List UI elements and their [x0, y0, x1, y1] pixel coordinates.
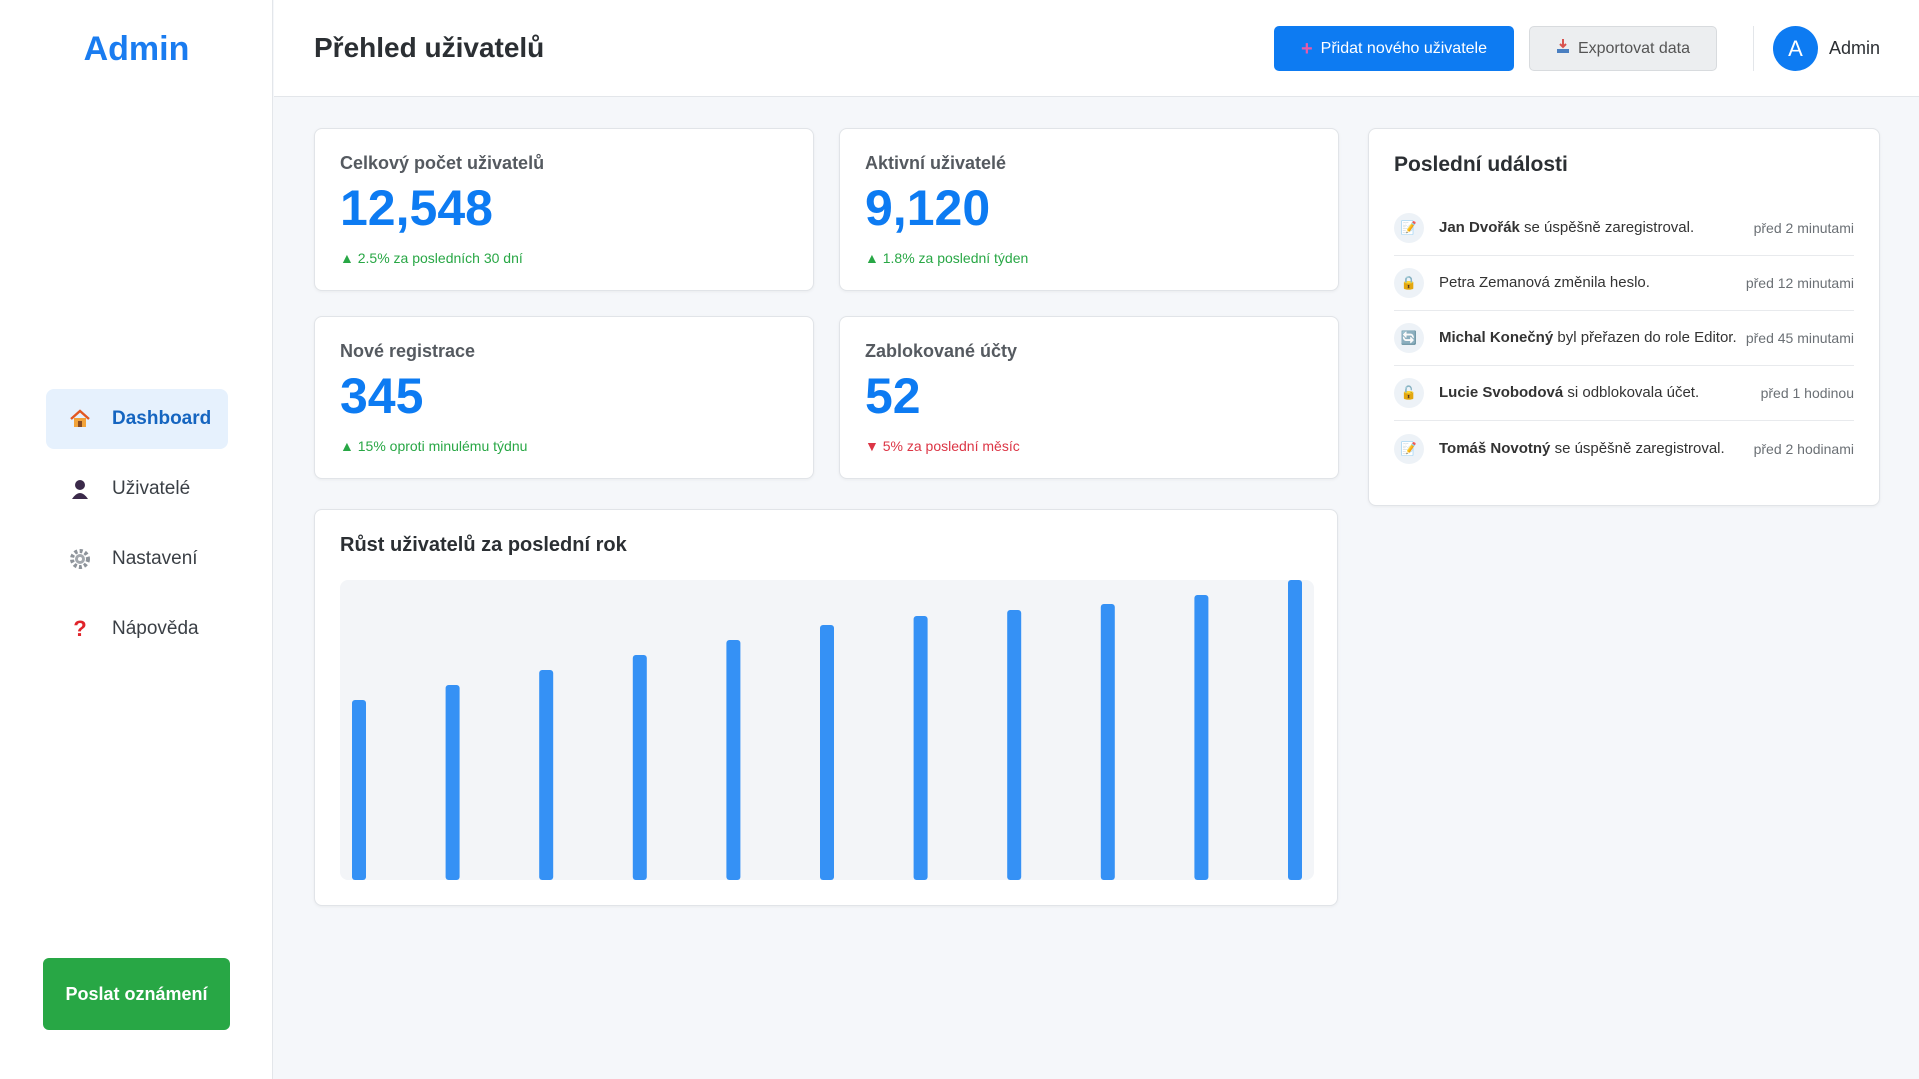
edit-icon: 📝 — [1394, 433, 1424, 464]
event-text: Lucie Svobodová si odblokovala účet. — [1439, 384, 1753, 402]
page-title: Přehled uživatelů — [314, 32, 545, 63]
app-logo: Admin — [83, 30, 190, 68]
user-name[interactable]: Admin — [1829, 38, 1880, 59]
stat-label: Celkový počet uživatelů — [340, 153, 545, 173]
sidebar-item-help[interactable]: ? Nápověda — [46, 599, 228, 659]
sidebar-item-dashboard[interactable]: Dashboard — [46, 389, 228, 449]
event-text: Petra Zemanová změnila heslo. — [1439, 274, 1738, 292]
stat-change: ▲ 15% oproti minulému týdnu — [340, 438, 528, 454]
export-icon — [1556, 38, 1570, 59]
avatar[interactable]: A — [1773, 26, 1818, 71]
home-icon — [68, 407, 92, 431]
chart-bar — [1194, 595, 1209, 880]
events-title: Poslední události — [1394, 153, 1568, 176]
event-description: Petra Zemanová změnila heslo. — [1439, 274, 1650, 291]
event-time: před 2 minutami — [1753, 220, 1854, 236]
sidebar-item-settings[interactable]: Nastavení — [46, 529, 228, 589]
user-growth-chart-card: Růst uživatelů za poslední rok — [314, 509, 1338, 906]
chart-bar — [632, 655, 647, 880]
event-text: Tomáš Novotný se úspěšně zaregistroval. — [1439, 440, 1746, 458]
stat-label: Zablokované účty — [865, 341, 1018, 361]
event-time: před 45 minutami — [1745, 330, 1854, 346]
chart-area — [340, 580, 1314, 880]
add-user-button[interactable]: + Přidat nového uživatele — [1274, 26, 1514, 71]
sidebar-item-label: Dashboard — [112, 408, 212, 429]
event-text: Jan Dvořák se úspěšně zaregistroval. — [1439, 219, 1746, 237]
event-user: Lucie Svobodová — [1439, 384, 1564, 401]
event-description: se úspěšně zaregistroval. — [1519, 219, 1695, 236]
sidebar-item-label: Nápověda — [112, 618, 199, 639]
chart-bar — [820, 625, 834, 880]
chart-bar — [726, 640, 741, 880]
lock-icon: 🔒 — [1394, 268, 1424, 298]
header-divider — [1753, 26, 1754, 71]
event-item: 🔒 Petra Zemanová změnila heslo. před 12 … — [1394, 256, 1854, 311]
chart-bar — [1007, 610, 1022, 880]
stat-change: ▲ 2.5% za posledních 30 dní — [340, 250, 523, 266]
stat-change: ▲ 1.8% za poslední týden — [865, 250, 1029, 266]
chart-bar — [445, 685, 460, 880]
event-item: 📝 Tomáš Novotný se úspěšně zaregistroval… — [1394, 421, 1854, 476]
stat-card-blocked-accounts: Zablokované účty 52 ▼ 5% za poslední měs… — [839, 316, 1339, 479]
top-header: Přehled uživatelů + Přidat nového uživat… — [274, 0, 1919, 97]
event-item: 📝 Jan Dvořák se úspěšně zaregistroval. p… — [1394, 201, 1854, 256]
event-description: si odblokovala účet. — [1563, 384, 1700, 401]
event-time: před 1 hodinou — [1760, 385, 1854, 401]
bar-chart — [352, 580, 1302, 880]
plus-icon: + — [1300, 37, 1313, 60]
chart-bar — [913, 616, 928, 880]
event-user: Tomáš Novotný — [1439, 439, 1551, 457]
stat-value: 9,120 — [865, 180, 991, 236]
stat-card-new-registrations: Nové registrace 345 ▲ 15% oproti minulém… — [314, 316, 814, 479]
event-time: před 12 minutami — [1745, 275, 1854, 291]
stat-label: Nové registrace — [340, 341, 476, 361]
event-time: před 2 hodinami — [1753, 440, 1854, 457]
chart-bar — [1100, 604, 1115, 880]
events-list: 📝 Jan Dvořák se úspěšně zaregistroval. p… — [1394, 201, 1854, 476]
event-item: 🔓 Lucie Svobodová si odblokovala účet. p… — [1394, 366, 1854, 421]
edit-icon: 📝 — [1394, 213, 1424, 243]
chart-bar — [539, 670, 554, 880]
chart-title: Růst uživatelů za poslední rok — [340, 534, 627, 556]
sidebar: Admin Dashboard Uživatelé Nastavení ? Ná… — [0, 0, 273, 1079]
stat-value: 345 — [340, 368, 424, 424]
stat-card-active-users: Aktivní uživatelé 9,120 ▲ 1.8% za posled… — [839, 128, 1339, 291]
stat-change: ▼ 5% za poslední měsíc — [865, 438, 1020, 454]
add-user-label: Přidat nového uživatele — [1320, 39, 1487, 57]
send-notification-button[interactable]: Poslat oznámení — [43, 958, 230, 1030]
recent-events-card: Poslední události 📝 Jan Dvořák se úspěšn… — [1368, 128, 1880, 506]
question-icon: ? — [73, 616, 87, 641]
event-user: Jan Dvořák — [1439, 219, 1520, 236]
event-description: byl přeřazen do role Editor. — [1553, 329, 1737, 346]
unlock-icon: 🔓 — [1394, 378, 1424, 408]
stat-value: 12,548 — [340, 180, 493, 236]
stat-label: Aktivní uživatelé — [865, 153, 1007, 173]
sidebar-item-users[interactable]: Uživatelé — [46, 459, 228, 519]
sidebar-item-label: Nastavení — [112, 548, 198, 569]
event-user: Michal Konečný — [1439, 329, 1554, 346]
export-data-button[interactable]: Exportovat data — [1529, 26, 1717, 71]
user-icon — [68, 477, 92, 501]
chart-bar — [352, 700, 366, 880]
event-description: se úspěšně zaregistroval. — [1550, 439, 1725, 457]
event-item: 🔄 Michal Konečný byl přeřazen do role Ed… — [1394, 311, 1854, 366]
stat-card-total-users: Celkový počet uživatelů 12,548 ▲ 2.5% za… — [314, 128, 814, 291]
event-text: Michal Konečný byl přeřazen do role Edit… — [1439, 329, 1738, 347]
export-label: Exportovat data — [1577, 39, 1691, 57]
sidebar-nav: Dashboard Uživatelé Nastavení ? Nápověda — [46, 389, 228, 669]
sidebar-item-label: Uživatelé — [112, 478, 191, 499]
refresh-icon: 🔄 — [1394, 323, 1424, 353]
chart-bar — [1288, 580, 1302, 880]
stat-value: 52 — [865, 368, 921, 424]
gear-icon — [68, 547, 92, 571]
